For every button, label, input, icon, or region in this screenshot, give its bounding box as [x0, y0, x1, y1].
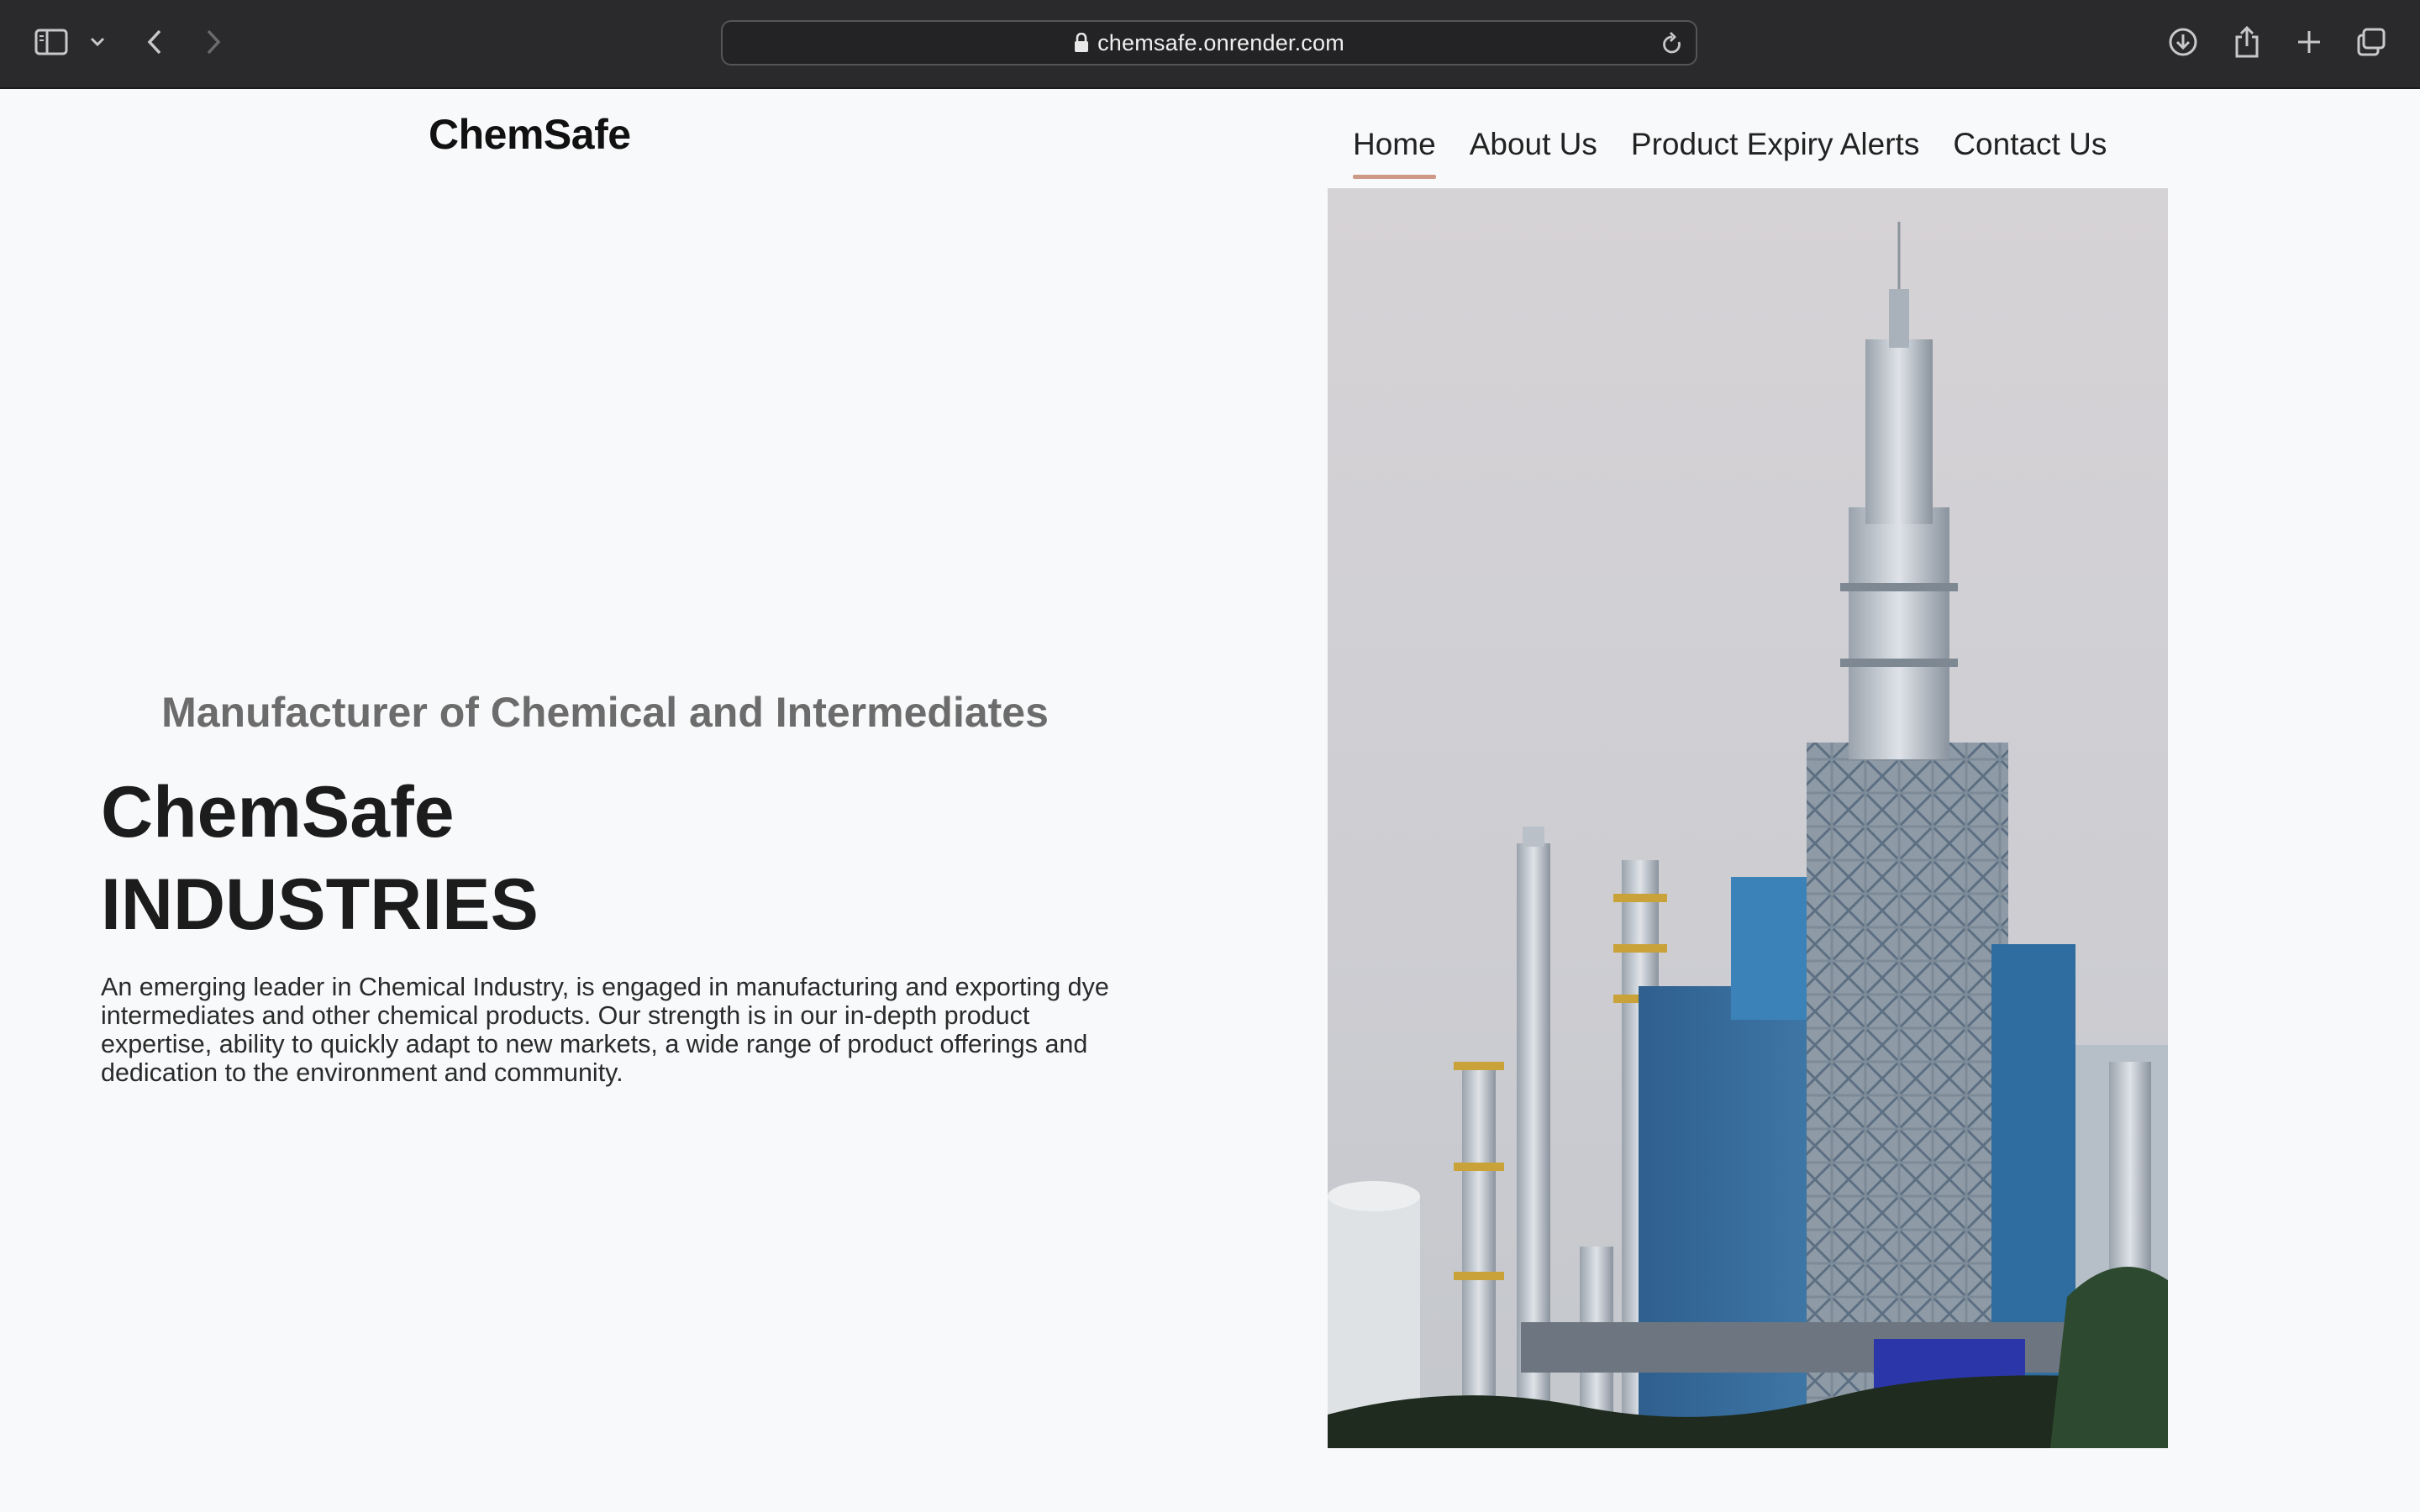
share-icon [2235, 25, 2259, 58]
sidebar-menu-button[interactable] [87, 32, 108, 52]
hero-title-line1: ChemSafe [101, 772, 455, 853]
nav-product-expiry-alerts[interactable]: Product Expiry Alerts [1631, 124, 1919, 183]
main-nav: Home About Us Product Expiry Alerts Cont… [1353, 124, 2140, 183]
sidebar-toggle-button[interactable] [32, 25, 71, 59]
sidebar-icon [34, 29, 68, 55]
url-text: chemsafe.onrender.com [1097, 29, 1344, 55]
hero-title: ChemSafe INDUSTRIES [101, 766, 539, 951]
new-tab-icon [2298, 31, 2320, 53]
nav-home[interactable]: Home [1353, 124, 1436, 183]
new-tab-button[interactable] [2292, 25, 2326, 59]
address-bar[interactable]: chemsafe.onrender.com [721, 20, 1697, 66]
forward-button[interactable] [198, 25, 229, 59]
site-logo[interactable]: ChemSafe [429, 108, 631, 161]
nav-about-us[interactable]: About Us [1470, 124, 1597, 183]
nav-contact-us[interactable]: Contact Us [1953, 124, 2107, 183]
browser-toolbar: chemsafe.onrender.com [0, 0, 2420, 89]
tab-overview-icon [2357, 28, 2386, 56]
lock-icon [1075, 33, 1089, 52]
hero-tagline: Manufacturer of Chemical and Intermediat… [161, 689, 1049, 736]
back-icon [147, 29, 161, 55]
hero-image-refinery [1328, 188, 2168, 1448]
downloads-button[interactable] [2166, 25, 2200, 59]
hero-description: An emerging leader in Chemical Industry,… [101, 973, 1109, 1087]
forward-icon [207, 29, 221, 55]
hero-title-line2: INDUSTRIES [101, 864, 539, 945]
reload-icon[interactable] [1660, 32, 1684, 57]
chevron-down-icon [90, 37, 105, 47]
share-button[interactable] [2230, 24, 2264, 60]
back-button[interactable] [139, 25, 170, 59]
download-icon [2169, 28, 2197, 56]
tab-overview-button[interactable] [2354, 25, 2388, 59]
